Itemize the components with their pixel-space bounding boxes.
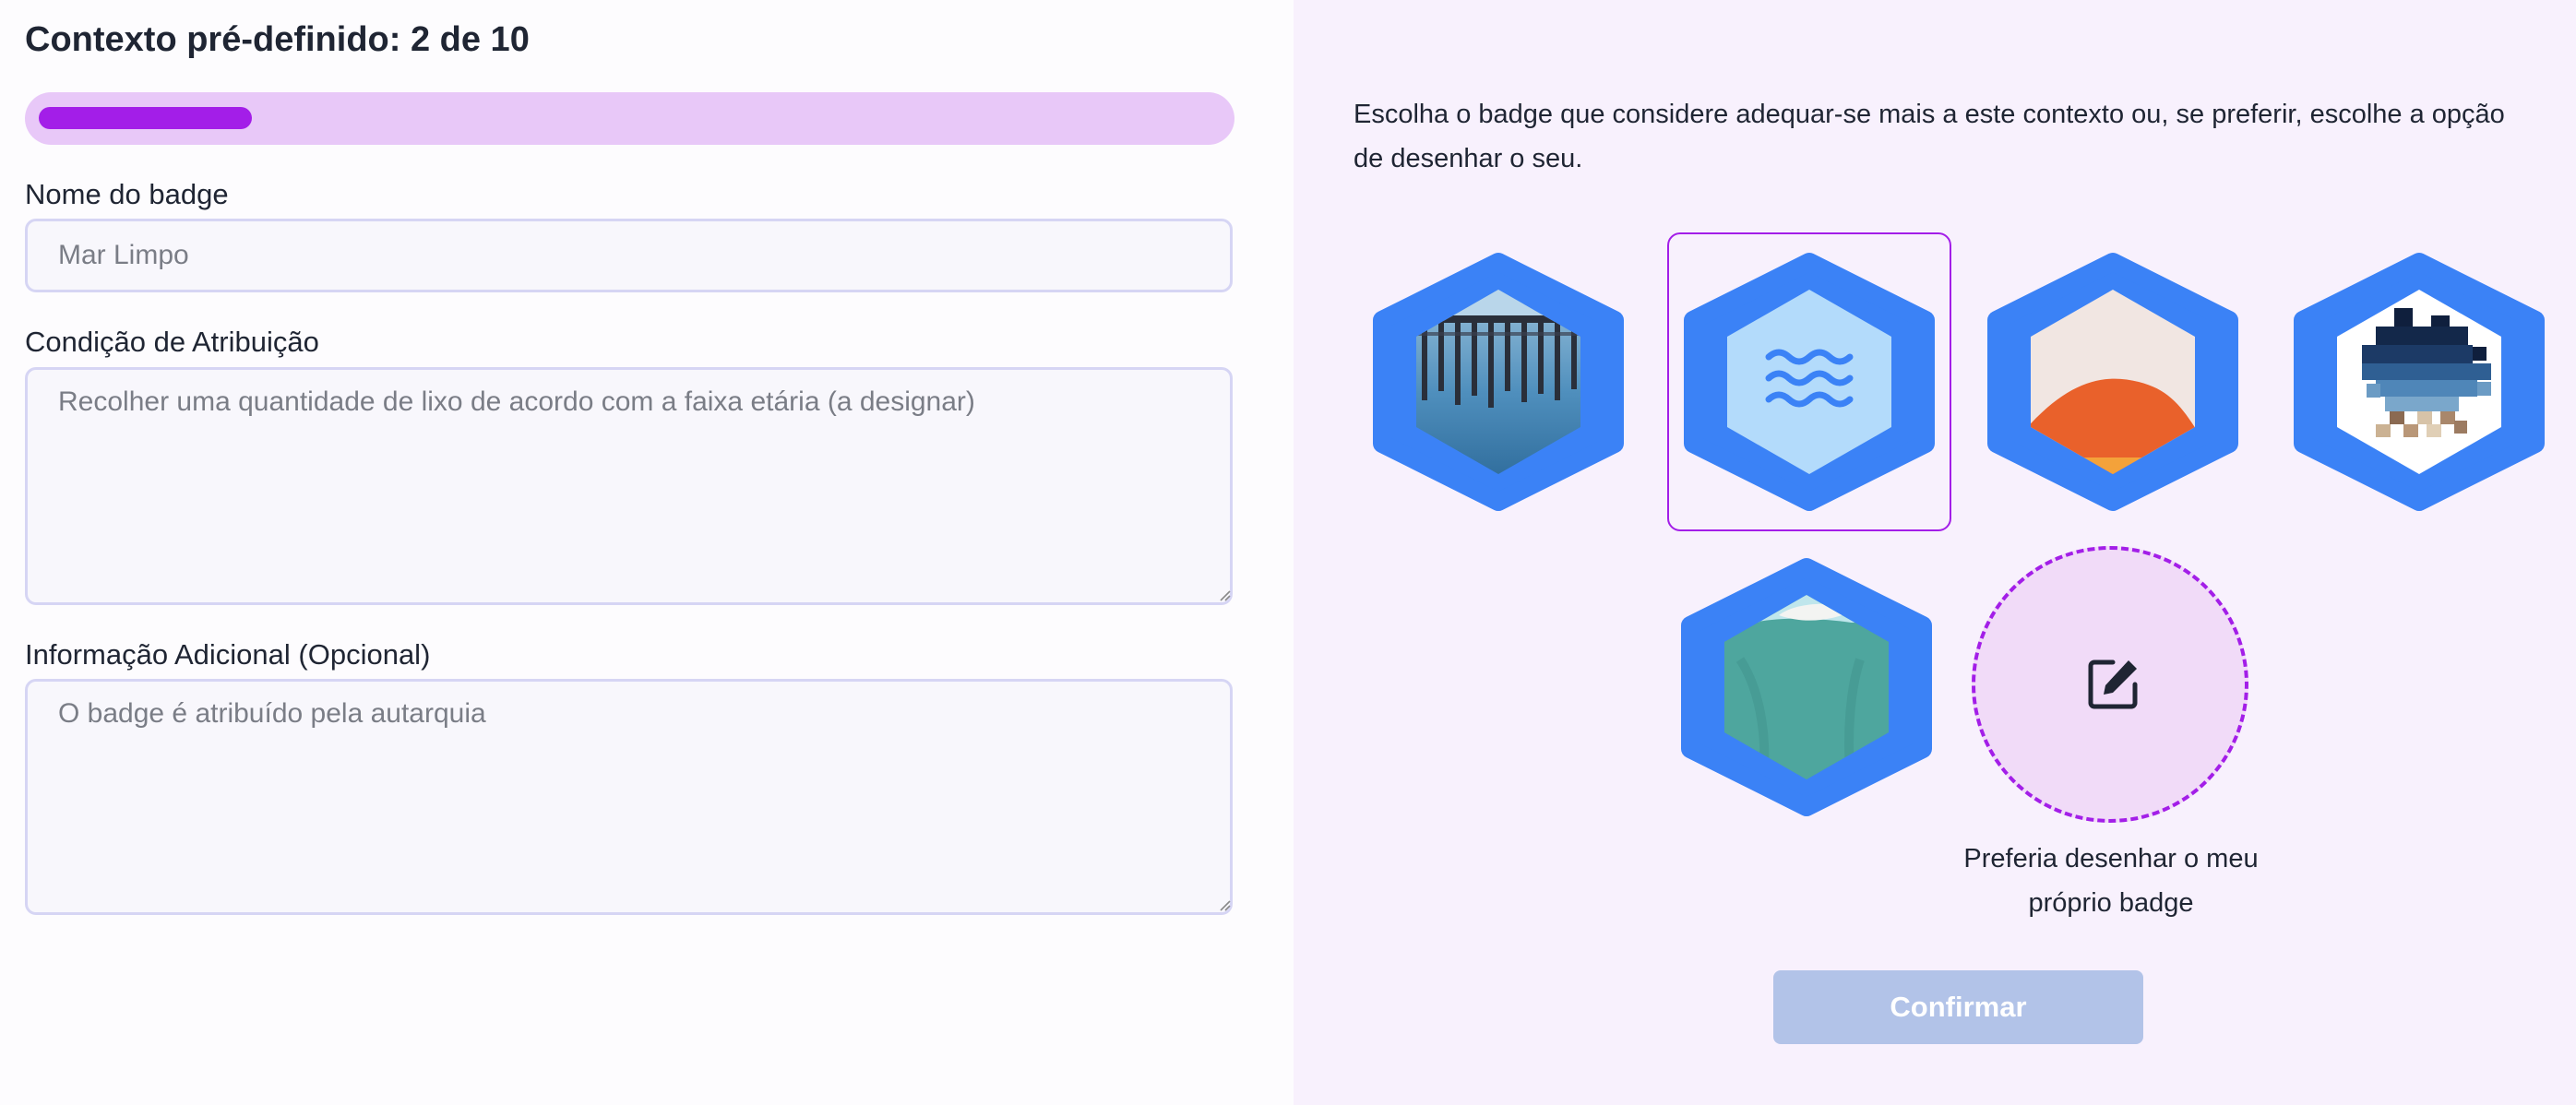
- badge-name-label: Nome do badge: [25, 178, 229, 210]
- draw-own-badge-option[interactable]: [1972, 546, 2248, 823]
- additional-info-textarea[interactable]: [25, 679, 1233, 915]
- form-panel: Contexto pré-definido: 2 de 10 Nome do b…: [0, 0, 1294, 1105]
- page-title: Contexto pré-definido: 2 de 10: [25, 20, 530, 59]
- additional-info-label: Informação Adicional (Opcional): [25, 638, 431, 671]
- confirm-button[interactable]: Confirmar: [1773, 970, 2143, 1044]
- orange-dune-badge-icon: [1987, 253, 2238, 511]
- edit-icon: [2088, 659, 2138, 709]
- badge-option-waves[interactable]: [1667, 232, 1951, 531]
- badge-name-input[interactable]: [25, 219, 1233, 292]
- draw-own-badge-label: Preferia desenhar o meu próprio badge: [1963, 844, 2259, 918]
- badge-option-pier[interactable]: [1367, 244, 1629, 520]
- progress-bar-fill: [39, 107, 252, 129]
- pixel-ocean-badge-icon: [2294, 253, 2545, 511]
- resize-handle-icon[interactable]: [1216, 587, 1231, 601]
- badge-option-teal-wave[interactable]: [1676, 549, 1938, 826]
- badge-picker-instructions: Escolha o badge que considere adequar-se…: [1354, 100, 2505, 173]
- resize-handle-icon[interactable]: [1216, 897, 1231, 911]
- waves-icon-badge-icon: [1684, 253, 1935, 511]
- progress-bar: [25, 92, 1234, 145]
- badge-option-dune[interactable]: [1982, 244, 2244, 520]
- condition-textarea[interactable]: [25, 367, 1233, 605]
- teal-wave-badge-icon: [1681, 558, 1932, 816]
- pier-water-badge-icon: [1373, 253, 1624, 511]
- badge-option-pixel-ocean[interactable]: [2288, 244, 2550, 520]
- condition-label: Condição de Atribuição: [25, 326, 319, 358]
